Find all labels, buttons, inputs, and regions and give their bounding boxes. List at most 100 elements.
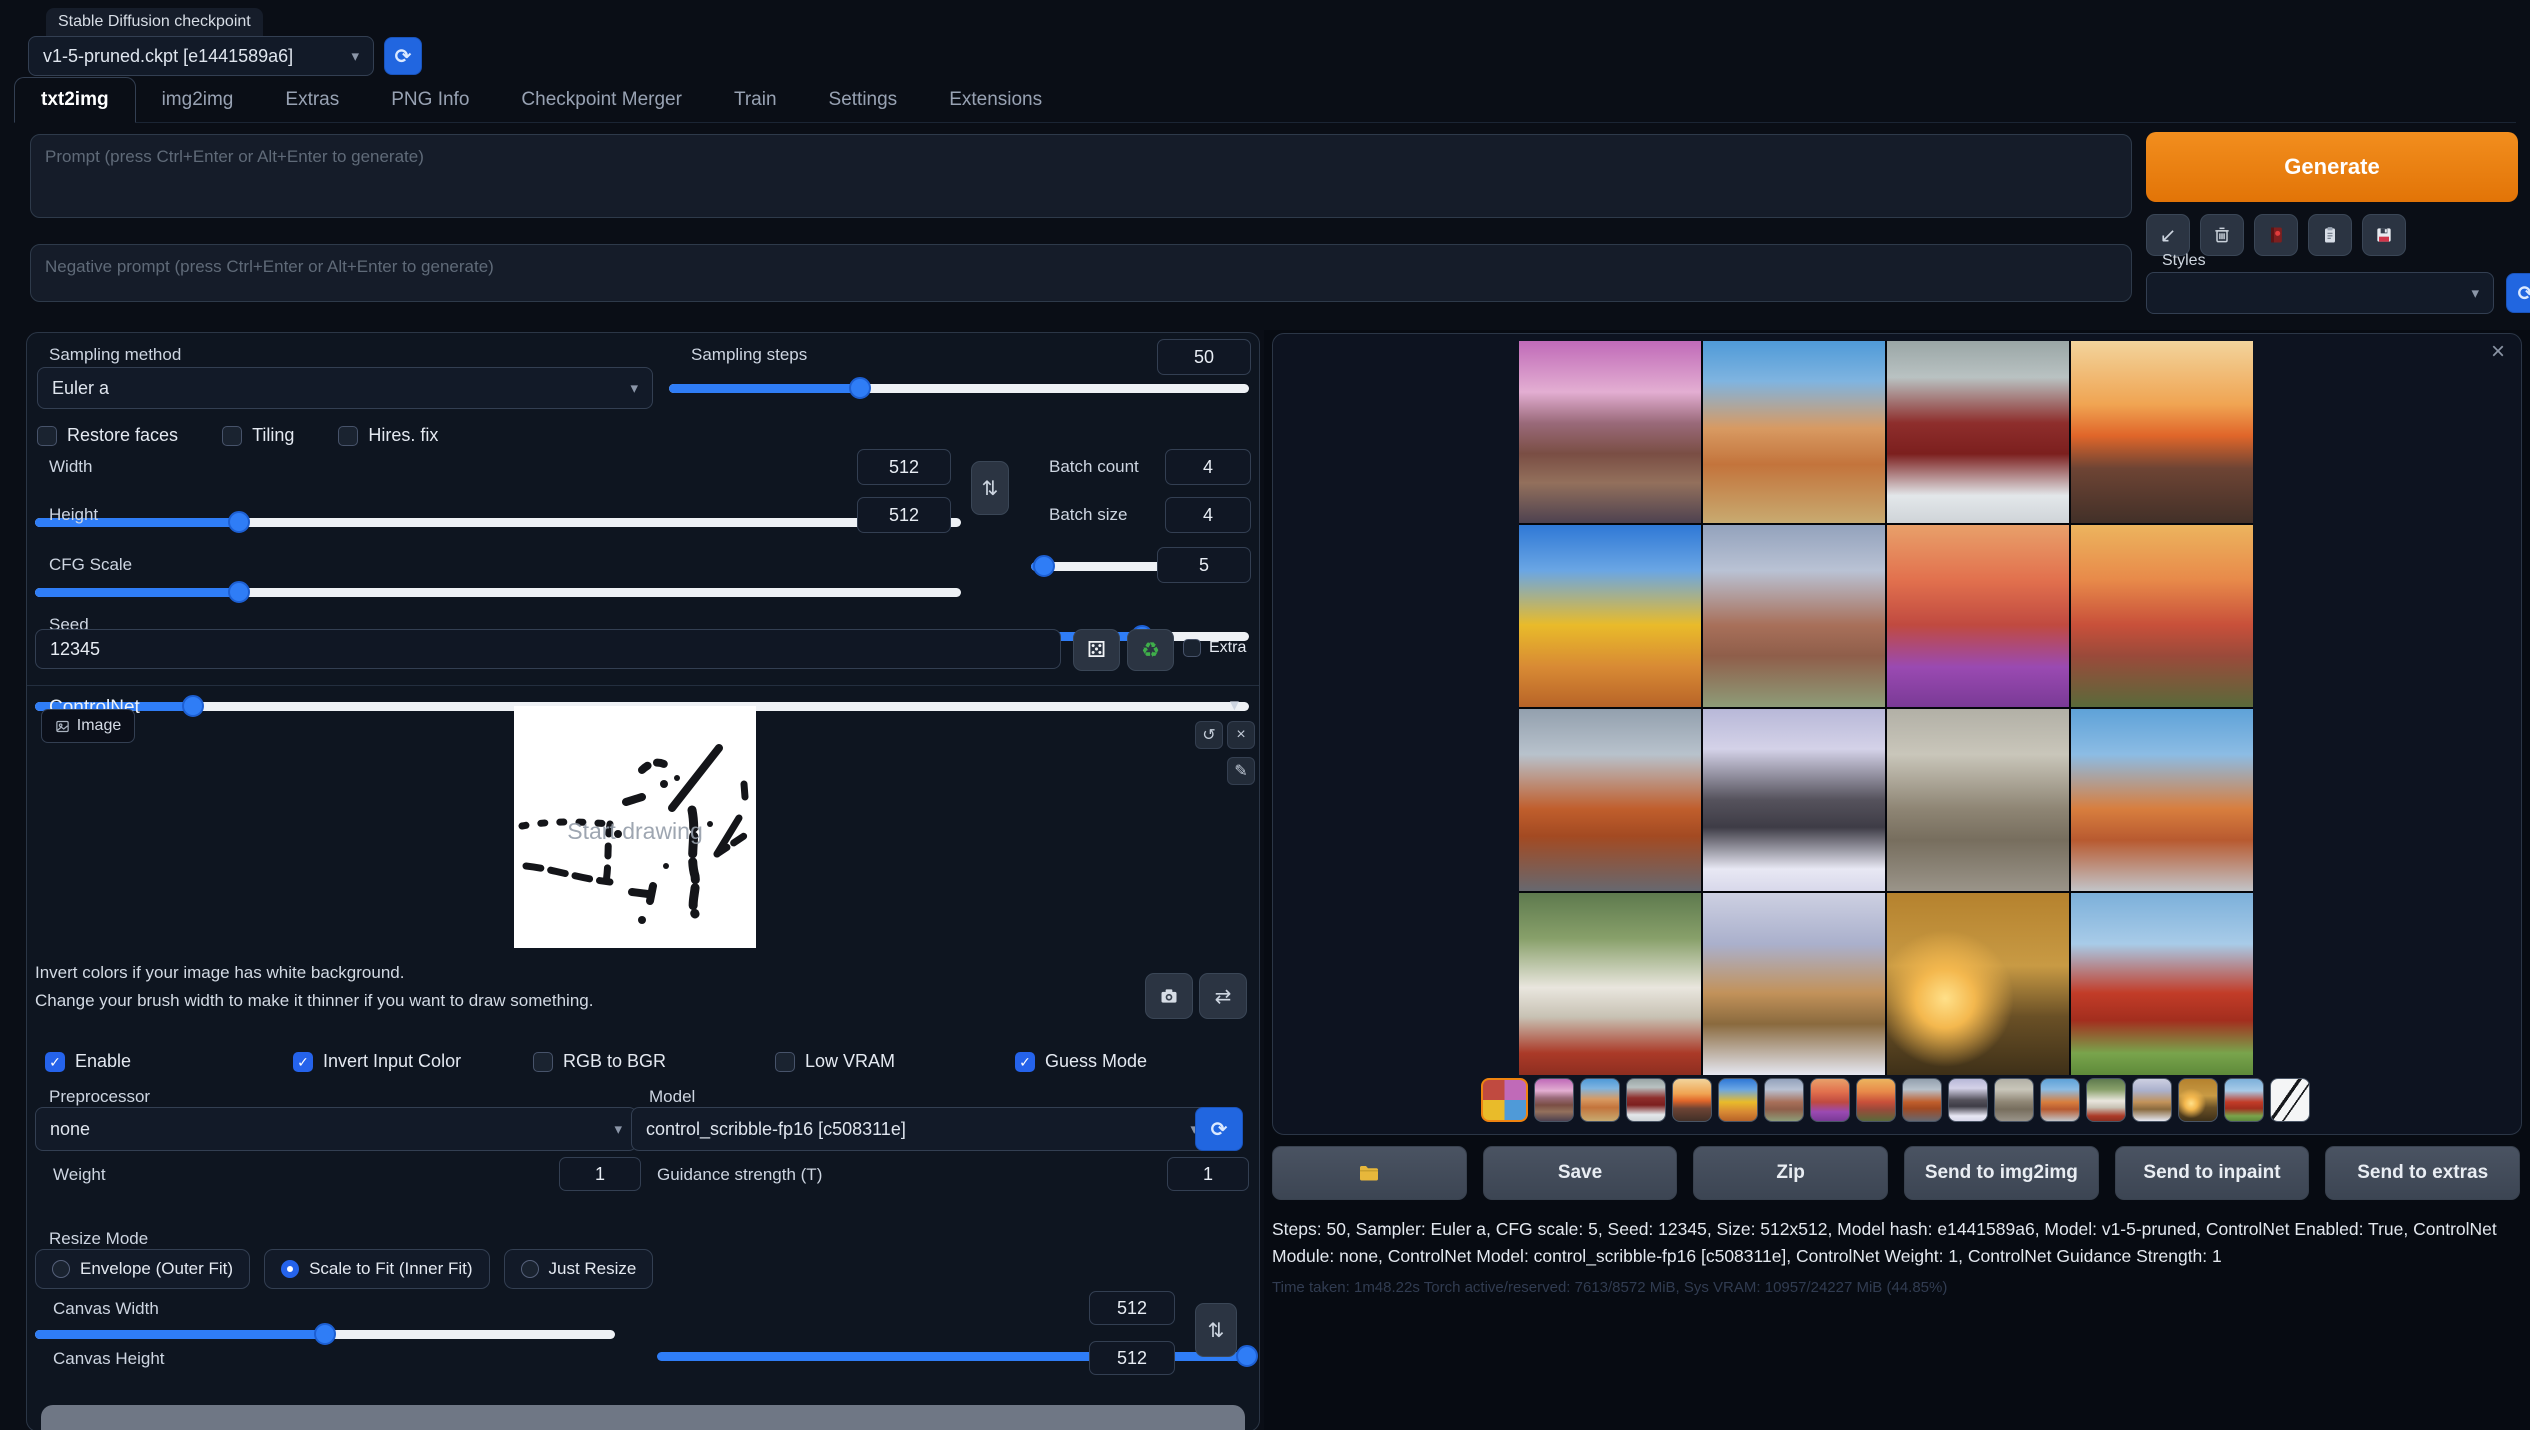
gallery-image-1[interactable] <box>1519 341 1701 523</box>
canvas-undo-button[interactable]: ↺ <box>1195 721 1223 749</box>
save-button[interactable]: Save <box>1483 1146 1678 1200</box>
swap-canvas-size-button[interactable]: ⇅ <box>1195 1303 1237 1357</box>
sampling-steps-value[interactable]: 50 <box>1157 339 1251 375</box>
rgb-to-bgr-checkbox[interactable]: ✓ RGB to BGR <box>533 1051 666 1072</box>
negative-prompt-input[interactable] <box>30 244 2132 302</box>
gallery-image-10[interactable] <box>1703 709 1885 891</box>
gallery-thumbnail-15[interactable] <box>2132 1078 2172 1122</box>
extra-networks-button[interactable] <box>2254 214 2298 256</box>
gallery-image-15[interactable] <box>1887 893 2069 1075</box>
gallery-thumbnail-11[interactable] <box>1948 1078 1988 1122</box>
gallery-thumbnail-13[interactable] <box>2040 1078 2080 1122</box>
sampling-method-dropdown[interactable]: Euler a ▾ <box>37 367 653 409</box>
gallery-thumbnail-18[interactable] <box>2270 1078 2310 1122</box>
tab-img2img[interactable]: img2img <box>136 78 260 122</box>
resize-scale-to-fit-radio[interactable]: Scale to Fit (Inner Fit) <box>264 1249 489 1289</box>
tiling-checkbox[interactable]: ✓ Tiling <box>222 425 294 446</box>
batch-size-value[interactable]: 4 <box>1165 497 1251 533</box>
collapse-accordion-icon[interactable]: ▼ <box>1227 697 1242 714</box>
gallery-image-3[interactable] <box>1887 341 2069 523</box>
gallery-thumbnail-4[interactable] <box>1626 1078 1666 1122</box>
weight-slider[interactable] <box>35 1323 615 1345</box>
tab-extras[interactable]: Extras <box>259 78 365 122</box>
webcam-button[interactable] <box>1145 973 1193 1019</box>
gallery-thumbnail-2[interactable] <box>1534 1078 1574 1122</box>
styles-refresh-button[interactable]: ⟳ <box>2506 273 2530 313</box>
batch-count-value[interactable]: 4 <box>1165 449 1251 485</box>
styles-dropdown[interactable]: ▾ <box>2146 272 2494 314</box>
seed-input[interactable] <box>35 629 1061 669</box>
model-dropdown[interactable]: control_scribble-fp16 [c508311e] ▾ <box>631 1107 1213 1151</box>
gallery-image-11[interactable] <box>1887 709 2069 891</box>
height-slider[interactable] <box>35 581 961 603</box>
height-value[interactable]: 512 <box>857 497 951 533</box>
gallery-image-16[interactable] <box>2071 893 2253 1075</box>
controlnet-enable-checkbox[interactable]: ✓ Enable <box>45 1051 131 1072</box>
gallery-image-2[interactable] <box>1703 341 1885 523</box>
guess-mode-checkbox[interactable]: ✓ Guess Mode <box>1015 1051 1147 1072</box>
swap-width-height-button[interactable]: ⇅ <box>971 461 1009 515</box>
extra-seed-checkbox[interactable]: ✓ Extra <box>1183 639 1246 657</box>
resize-envelope-radio[interactable]: Envelope (Outer Fit) <box>35 1249 250 1289</box>
mirror-webcam-button[interactable]: ⇄ <box>1199 973 1247 1019</box>
width-value[interactable]: 512 <box>857 449 951 485</box>
send-to-extras-button[interactable]: Send to extras <box>2325 1146 2520 1200</box>
gallery-image-9[interactable] <box>1519 709 1701 891</box>
reuse-seed-button[interactable]: ♻ <box>1127 629 1174 671</box>
guidance-strength-value[interactable]: 1 <box>1167 1157 1249 1191</box>
gallery-thumbnail-3[interactable] <box>1580 1078 1620 1122</box>
sampling-steps-slider[interactable] <box>669 377 1249 399</box>
gallery-image-13[interactable] <box>1519 893 1701 1075</box>
low-vram-checkbox[interactable]: ✓ Low VRAM <box>775 1051 895 1072</box>
gallery-thumbnail-16[interactable] <box>2178 1078 2218 1122</box>
invert-input-color-checkbox[interactable]: ✓ Invert Input Color <box>293 1051 461 1072</box>
weight-value[interactable]: 1 <box>559 1157 641 1191</box>
save-style-button[interactable] <box>2362 214 2406 256</box>
tab-extensions[interactable]: Extensions <box>923 78 1068 122</box>
cfg-scale-value[interactable]: 5 <box>1157 547 1251 583</box>
canvas-width-value[interactable]: 512 <box>1089 1291 1175 1325</box>
resize-just-resize-radio[interactable]: Just Resize <box>504 1249 654 1289</box>
gallery-image-14[interactable] <box>1703 893 1885 1075</box>
controlnet-image-tab[interactable]: Image <box>41 709 135 743</box>
gallery-image-4[interactable] <box>2071 341 2253 523</box>
gallery-thumbnail-10[interactable] <box>1902 1078 1942 1122</box>
gallery-thumbnail-7[interactable] <box>1764 1078 1804 1122</box>
tab-train[interactable]: Train <box>708 78 803 122</box>
close-icon[interactable]: × <box>2491 340 2505 364</box>
canvas-height-value[interactable]: 512 <box>1089 1341 1175 1375</box>
apply-style-button[interactable] <box>2308 214 2352 256</box>
random-seed-button[interactable]: ⚄ <box>1073 629 1120 671</box>
gallery-image-7[interactable] <box>1887 525 2069 707</box>
open-folder-button[interactable] <box>1272 1146 1467 1200</box>
gallery-thumbnail-12[interactable] <box>1994 1078 2034 1122</box>
canvas-brush-button[interactable]: ✎ <box>1227 757 1255 785</box>
send-to-inpaint-button[interactable]: Send to inpaint <box>2115 1146 2310 1200</box>
generate-button[interactable]: Generate <box>2146 132 2518 202</box>
gallery-thumbnail-5[interactable] <box>1672 1078 1712 1122</box>
restore-faces-checkbox[interactable]: ✓ Restore faces <box>37 425 178 446</box>
gallery-image-6[interactable] <box>1703 525 1885 707</box>
gallery-thumbnail-8[interactable] <box>1810 1078 1850 1122</box>
model-refresh-button[interactable]: ⟳ <box>1195 1107 1243 1151</box>
canvas-clear-button[interactable]: × <box>1227 721 1255 749</box>
gallery-image-8[interactable] <box>2071 525 2253 707</box>
collapsed-section-bar[interactable] <box>41 1405 1245 1430</box>
gallery-image-5[interactable] <box>1519 525 1701 707</box>
tab-settings[interactable]: Settings <box>803 78 924 122</box>
gallery-thumbnail-6[interactable] <box>1718 1078 1758 1122</box>
gallery-image-12[interactable] <box>2071 709 2253 891</box>
width-slider[interactable] <box>35 511 961 533</box>
tab-png-info[interactable]: PNG Info <box>365 78 495 122</box>
tab-checkpoint-merger[interactable]: Checkpoint Merger <box>495 78 708 122</box>
preprocessor-dropdown[interactable]: none ▾ <box>35 1107 637 1151</box>
checkpoint-refresh-button[interactable]: ⟳ <box>384 37 422 75</box>
gallery-thumbnail-1[interactable] <box>1481 1078 1528 1122</box>
gallery-thumbnail-14[interactable] <box>2086 1078 2126 1122</box>
checkpoint-dropdown[interactable]: v1-5-pruned.ckpt [e1441589a6] ▾ <box>28 36 374 76</box>
prompt-input[interactable] <box>30 134 2132 218</box>
tab-txt2img[interactable]: txt2img <box>14 77 136 123</box>
send-to-img2img-button[interactable]: Send to img2img <box>1904 1146 2099 1200</box>
hires-fix-checkbox[interactable]: ✓ Hires. fix <box>338 425 438 446</box>
zip-button[interactable]: Zip <box>1693 1146 1888 1200</box>
